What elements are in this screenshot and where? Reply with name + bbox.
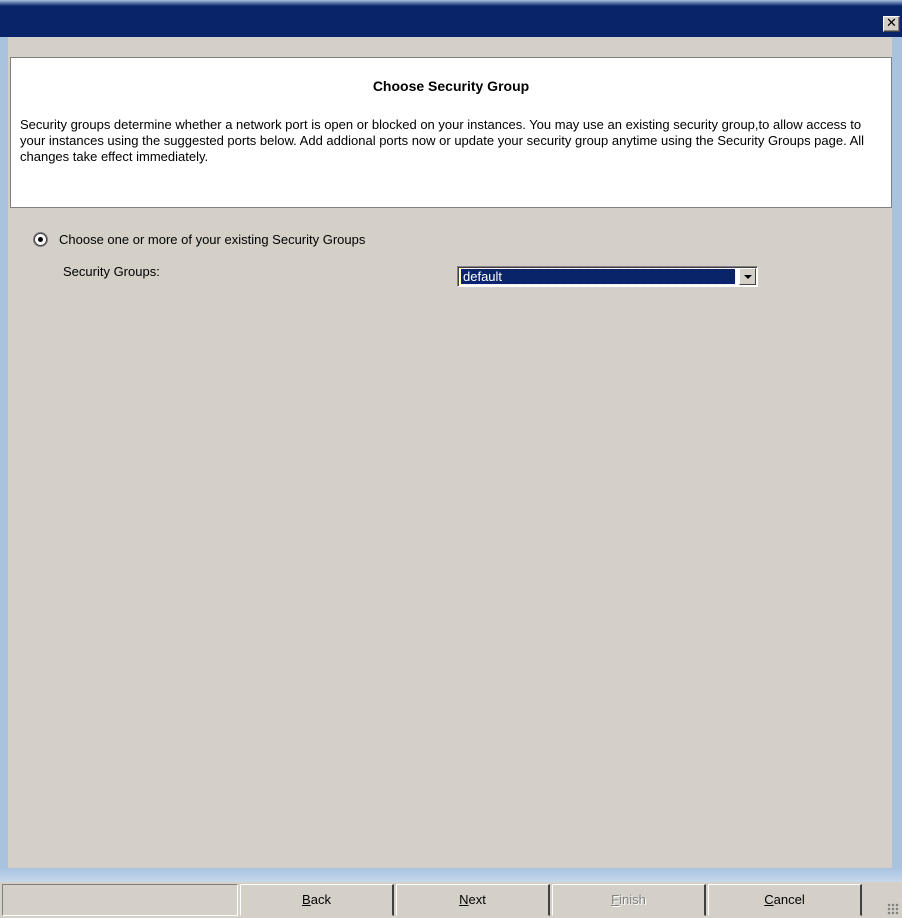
security-groups-select[interactable]: default bbox=[457, 266, 758, 287]
resize-grip-icon[interactable] bbox=[887, 903, 899, 915]
page-description: Security groups determine whether a netw… bbox=[20, 117, 865, 164]
finish-button: Finish bbox=[552, 884, 706, 916]
back-button[interactable]: Back bbox=[240, 884, 394, 916]
page-title: Choose Security Group bbox=[372, 78, 530, 94]
finish-label: inish bbox=[619, 892, 646, 907]
cancel-label: ancel bbox=[773, 892, 805, 907]
back-accel: B bbox=[302, 892, 311, 907]
bottom-frame-strip bbox=[0, 868, 902, 882]
existing-groups-radio[interactable] bbox=[34, 233, 47, 246]
radio-selected-dot bbox=[38, 237, 43, 242]
chevron-down-icon[interactable] bbox=[739, 268, 756, 285]
close-icon[interactable]: ✕ bbox=[883, 16, 900, 32]
next-accel: N bbox=[459, 892, 469, 907]
status-panel bbox=[2, 884, 238, 916]
security-groups-value: default bbox=[460, 268, 736, 285]
back-label: ack bbox=[310, 892, 331, 907]
cancel-button[interactable]: Cancel bbox=[708, 884, 862, 916]
next-label: ext bbox=[468, 892, 486, 907]
existing-groups-label: Choose one or more of your existing Secu… bbox=[59, 232, 366, 247]
security-groups-label: Security Groups: bbox=[63, 264, 160, 279]
existing-groups-option[interactable]: Choose one or more of your existing Secu… bbox=[34, 232, 365, 247]
button-bar: Back Next Finish Cancel bbox=[0, 882, 902, 918]
finish-accel: F bbox=[611, 892, 620, 907]
next-button[interactable]: Next bbox=[396, 884, 550, 916]
cancel-accel: C bbox=[764, 892, 774, 907]
title-bar: ✕ bbox=[0, 0, 902, 37]
header-panel: Choose Security Group Security groups de… bbox=[10, 57, 892, 208]
